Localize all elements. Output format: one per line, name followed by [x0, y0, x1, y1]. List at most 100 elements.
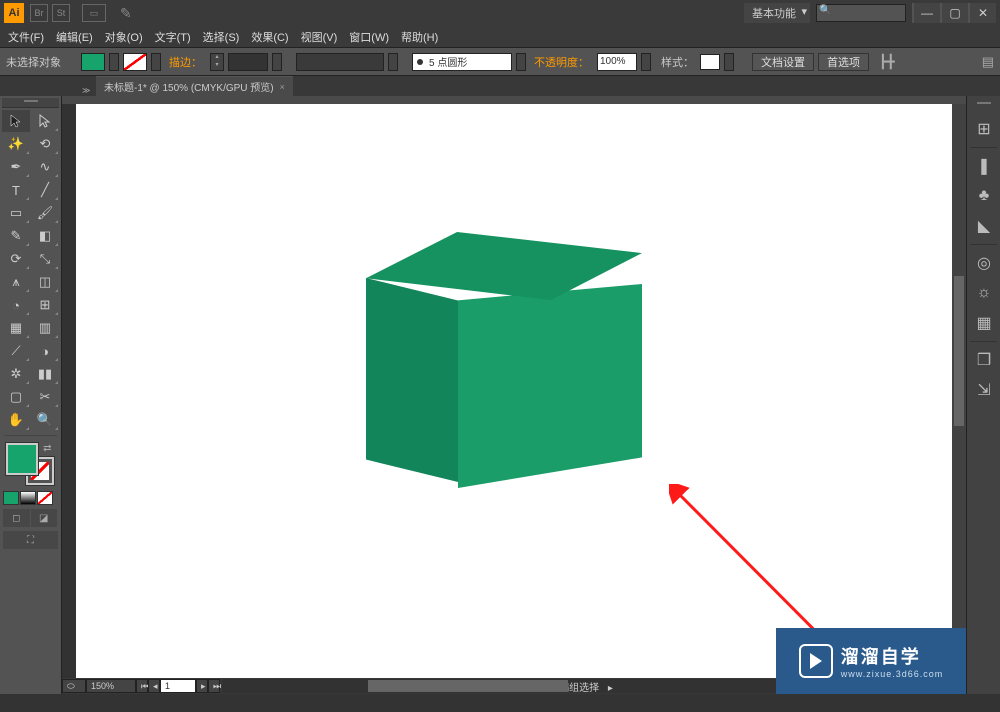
expand-tabs-icon[interactable]: ≫ — [82, 86, 92, 96]
minimize-button[interactable]: — — [914, 3, 940, 23]
fill-indicator[interactable] — [6, 443, 38, 475]
hscroll-thumb[interactable] — [368, 680, 568, 692]
pen-tool[interactable]: ✒ — [2, 156, 30, 178]
preferences-button[interactable]: 首选项 — [818, 53, 869, 71]
swatches-panel-icon[interactable]: ▦ — [967, 308, 1000, 338]
type-tool[interactable]: T — [2, 179, 30, 201]
pencil-tool[interactable]: ✎ — [2, 225, 30, 247]
zoom-tool[interactable]: 🔍 — [31, 409, 59, 431]
workspace-selector[interactable]: 基本功能 — [744, 3, 810, 23]
variable-width-profile[interactable] — [296, 53, 384, 71]
color-mode-gradient[interactable] — [20, 491, 36, 505]
symbols-panel-icon[interactable]: ◣ — [967, 211, 1000, 241]
opacity-input[interactable] — [597, 53, 637, 71]
gradient-tool[interactable]: ▥ — [31, 317, 59, 339]
artboard-next-last-icon[interactable]: ⏭ — [208, 679, 220, 693]
stroke-swatch[interactable] — [123, 53, 147, 71]
close-button[interactable]: ✕ — [970, 3, 996, 23]
rectangle-tool[interactable]: ▭ — [2, 202, 30, 224]
line-tool[interactable]: ╱ — [31, 179, 59, 201]
hand-tool[interactable]: ✋ — [2, 409, 30, 431]
width-tool[interactable]: ⩚ — [2, 271, 30, 293]
paintbrush-tool[interactable]: 🖌 — [31, 202, 59, 224]
shape-builder-tool[interactable]: ◔ — [2, 294, 30, 316]
menu-edit[interactable]: 编辑(E) — [50, 27, 99, 47]
arrange-icon[interactable]: ▭ — [82, 4, 106, 22]
layers-panel-icon[interactable]: ❒ — [967, 345, 1000, 375]
magic-wand-tool[interactable]: ✨ — [2, 133, 30, 155]
eraser-tool[interactable]: ◧ — [31, 225, 59, 247]
stock-icon[interactable]: St — [52, 4, 70, 22]
graphic-style-swatch[interactable] — [700, 54, 720, 70]
curvature-tool[interactable]: ∿ — [31, 156, 59, 178]
scale-tool[interactable]: ⤡ — [31, 248, 59, 270]
document-setup-button[interactable]: 文档设置 — [752, 53, 814, 71]
asset-export-icon[interactable]: ⇲ — [967, 375, 1000, 405]
swap-fill-stroke-icon[interactable]: ⇄ — [43, 443, 51, 454]
eyedropper-tool[interactable]: ⟋ — [2, 340, 30, 362]
document-tab[interactable]: 未标题-1* @ 150% (CMYK/GPU 预览) × — [96, 76, 293, 96]
artboard-number[interactable]: 1 — [160, 679, 196, 693]
fill-dropdown[interactable] — [109, 53, 119, 71]
profile-dd[interactable] — [388, 53, 398, 71]
menu-object[interactable]: 对象(O) — [99, 27, 149, 47]
selection-tool[interactable] — [2, 110, 30, 132]
right-panel-grip[interactable] — [967, 100, 1000, 110]
bridge-icon[interactable]: Br — [30, 4, 48, 22]
style-dd[interactable] — [724, 53, 734, 71]
menu-window[interactable]: 窗口(W) — [343, 27, 395, 47]
align-icon[interactable]: ┣╋ — [879, 54, 895, 70]
column-graph-tool[interactable]: ▮▮ — [31, 363, 59, 385]
search-input[interactable] — [816, 4, 906, 22]
slice-tool[interactable]: ✂ — [31, 386, 59, 408]
options-menu-icon[interactable]: ▤ — [982, 54, 994, 70]
menu-file[interactable]: 文件(F) — [2, 27, 50, 47]
color-panel-icon[interactable]: ☼ — [967, 278, 1000, 308]
properties-panel-icon[interactable]: ⊞ — [967, 114, 1000, 144]
artboard[interactable] — [76, 104, 952, 678]
direct-selection-tool[interactable] — [31, 110, 59, 132]
color-mode-solid[interactable] — [3, 491, 19, 505]
fill-swatch[interactable] — [81, 53, 105, 71]
opacity-dd[interactable] — [641, 53, 651, 71]
rotate-tool[interactable]: ⟳ — [2, 248, 30, 270]
fill-stroke-control[interactable]: ⇄ — [6, 443, 56, 485]
tools-panel-grip[interactable] — [2, 98, 59, 108]
screen-mode-icon[interactable]: ⛶ — [3, 531, 58, 549]
artboard-prev-first-icon[interactable]: ⏮ — [136, 679, 148, 693]
draw-normal-icon[interactable]: ◻ — [3, 509, 30, 527]
brush-definition[interactable]: 5 点圆形 — [412, 53, 512, 71]
artboard-next-icon[interactable]: ▸ — [196, 679, 208, 693]
cube-artwork[interactable] — [366, 232, 642, 482]
artboard-prev-icon[interactable]: ◂ — [148, 679, 160, 693]
menu-select[interactable]: 选择(S) — [197, 27, 246, 47]
artboard-tool[interactable]: ▢ — [2, 386, 30, 408]
libraries-panel-icon[interactable]: ❚ — [967, 151, 1000, 181]
maximize-button[interactable]: ▢ — [942, 3, 968, 23]
mesh-tool[interactable]: ▦ — [2, 317, 30, 339]
stroke-weight-dd[interactable] — [272, 53, 282, 71]
gpu-toggle-icon[interactable]: ⬭ — [62, 679, 86, 693]
vscroll-thumb[interactable] — [954, 276, 964, 426]
menu-effect[interactable]: 效果(C) — [245, 27, 294, 47]
draw-behind-icon[interactable]: ◪ — [31, 509, 58, 527]
feather-icon[interactable]: ✎ — [120, 5, 132, 22]
menu-view[interactable]: 视图(V) — [295, 27, 344, 47]
menu-type[interactable]: 文字(T) — [149, 27, 197, 47]
stroke-weight-input[interactable] — [228, 53, 268, 71]
symbol-sprayer-tool[interactable]: ✲ — [2, 363, 30, 385]
free-transform-tool[interactable]: ◫ — [31, 271, 59, 293]
brush-dd[interactable] — [516, 53, 526, 71]
tab-close-icon[interactable]: × — [280, 82, 285, 92]
menu-help[interactable]: 帮助(H) — [395, 27, 444, 47]
zoom-level[interactable]: 150% — [86, 679, 136, 693]
blend-tool[interactable]: ◑ — [31, 340, 59, 362]
stroke-weight-spinner[interactable]: ▴▾ — [210, 53, 224, 71]
lasso-tool[interactable]: ⟲ — [31, 133, 59, 155]
brushes-panel-icon[interactable]: ♣ — [967, 181, 1000, 211]
vertical-scrollbar[interactable] — [952, 104, 966, 678]
perspective-grid-tool[interactable]: ⊞ — [31, 294, 59, 316]
cc-library-icon[interactable]: ◎ — [967, 248, 1000, 278]
stroke-dropdown[interactable] — [151, 53, 161, 71]
color-mode-none[interactable] — [37, 491, 53, 505]
